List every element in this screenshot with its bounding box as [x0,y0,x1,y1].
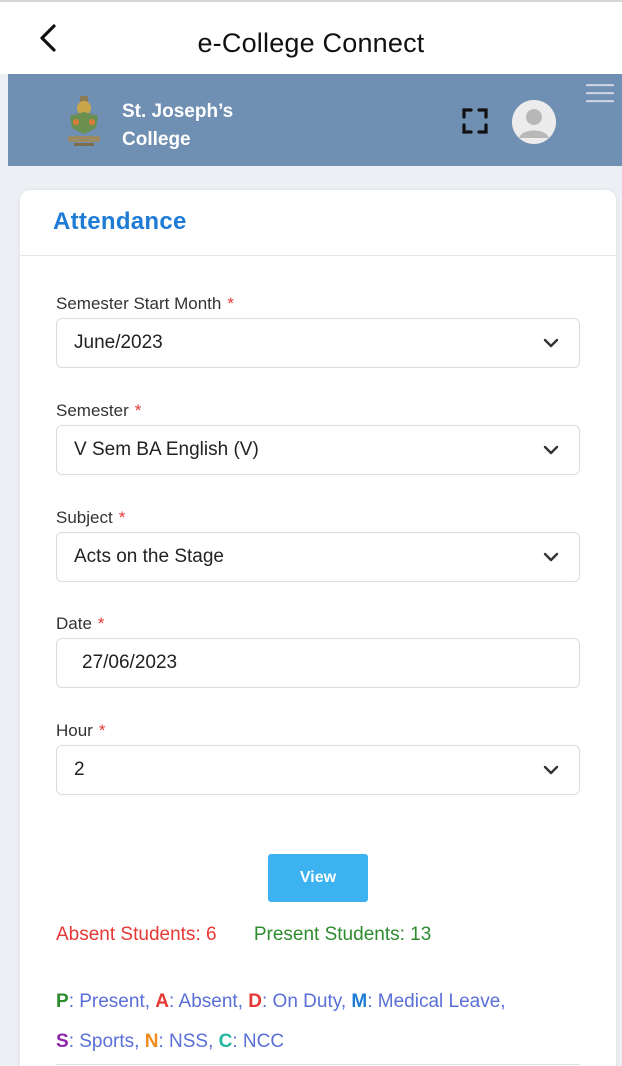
date-label: Date * [56,614,580,636]
user-avatar-icon [512,100,556,144]
college-name-line2: College [122,129,191,150]
semester-label: Semester * [56,401,580,423]
attendance-card: Attendance Semester Start Month * June/20… [20,190,616,1066]
legend-key-present: P [56,991,69,1012]
college-header: St. Joseph’s College [8,74,622,166]
legend-line-2: S: Sports, N: NSS, C: NCC [56,1022,596,1062]
divider [56,1064,580,1065]
legend-text-present: : Present, [68,991,151,1012]
legend-key-nss: N [144,1031,159,1052]
semester-start-month-label: Semester Start Month * [56,294,580,316]
card-header: Attendance [20,190,616,256]
label-text: Hour [56,721,93,740]
subject-label: Subject * [56,508,580,530]
semester-select[interactable]: V Sem BA English (V) [56,425,580,475]
semester-start-month-select[interactable]: June/2023 [56,318,580,368]
college-name-line1: St. Joseph’s [122,101,234,122]
required-marker: * [118,508,126,527]
attendance-legend: P: Present, A: Absent, D: On Duty, M: Me… [56,982,596,1062]
label-text: Semester Start Month [56,294,222,313]
college-logo [68,96,100,146]
college-name: St. Joseph’s College [122,98,233,154]
fullscreen-icon[interactable] [460,106,490,136]
legend-text-medical-leave: : Medical Leave, [367,991,506,1012]
semester-start-month-field: Semester Start Month * June/2023 [56,294,580,368]
label-text: Semester [56,401,129,420]
required-marker: * [227,294,234,313]
hour-select[interactable]: 2 [56,745,580,795]
legend-text-on-duty: : On Duty, [262,991,347,1012]
selected-value: V Sem BA English (V) [74,439,259,460]
legend-text-nss: : NSS, [158,1031,214,1052]
chevron-down-icon [543,445,559,455]
subject-select[interactable]: Acts on the Stage [56,532,580,582]
selected-value: June/2023 [74,332,163,353]
legend-key-medical-leave: M [351,991,368,1012]
subject-field: Subject * Acts on the Stage [56,508,580,582]
app-bar: e-College Connect [0,0,622,74]
attendance-counts: Absent Students: 6 Present Students: 13 [56,924,431,946]
required-marker: * [97,614,105,633]
present-students-count: Present Students: 13 [253,924,432,945]
card-title: Attendance [53,208,187,235]
chevron-down-icon [543,765,559,775]
date-input[interactable]: 27/06/2023 [56,638,580,688]
view-button[interactable]: View [268,854,368,902]
legend-key-ncc: C [218,1031,233,1052]
legend-key-sports: S [56,1031,69,1052]
label-text: Subject [56,508,113,527]
required-marker: * [134,401,142,420]
absent-students-count: Absent Students: 6 [56,924,217,945]
legend-text-ncc: : NCC [232,1031,285,1052]
semester-field: Semester * V Sem BA English (V) [56,401,580,475]
selected-value: 2 [74,759,85,780]
user-avatar[interactable] [512,100,556,144]
chevron-down-icon [543,338,559,348]
legend-text-sports: : Sports, [68,1031,140,1052]
hour-label: Hour * [56,721,580,743]
legend-line-1: P: Present, A: Absent, D: On Duty, M: Me… [56,982,596,1022]
legend-key-absent: A [155,991,170,1012]
label-text: Date [56,614,92,633]
legend-key-on-duty: D [248,991,262,1012]
date-field: Date * 27/06/2023 [56,614,580,688]
chevron-down-icon [543,552,559,562]
required-marker: * [98,721,106,740]
date-value: 27/06/2023 [82,652,178,673]
legend-text-absent: : Absent, [169,991,243,1012]
hour-field: Hour * 2 [56,721,580,795]
hamburger-menu-icon[interactable] [584,82,616,108]
app-title: e-College Connect [197,28,425,58]
selected-value: Acts on the Stage [74,546,224,567]
